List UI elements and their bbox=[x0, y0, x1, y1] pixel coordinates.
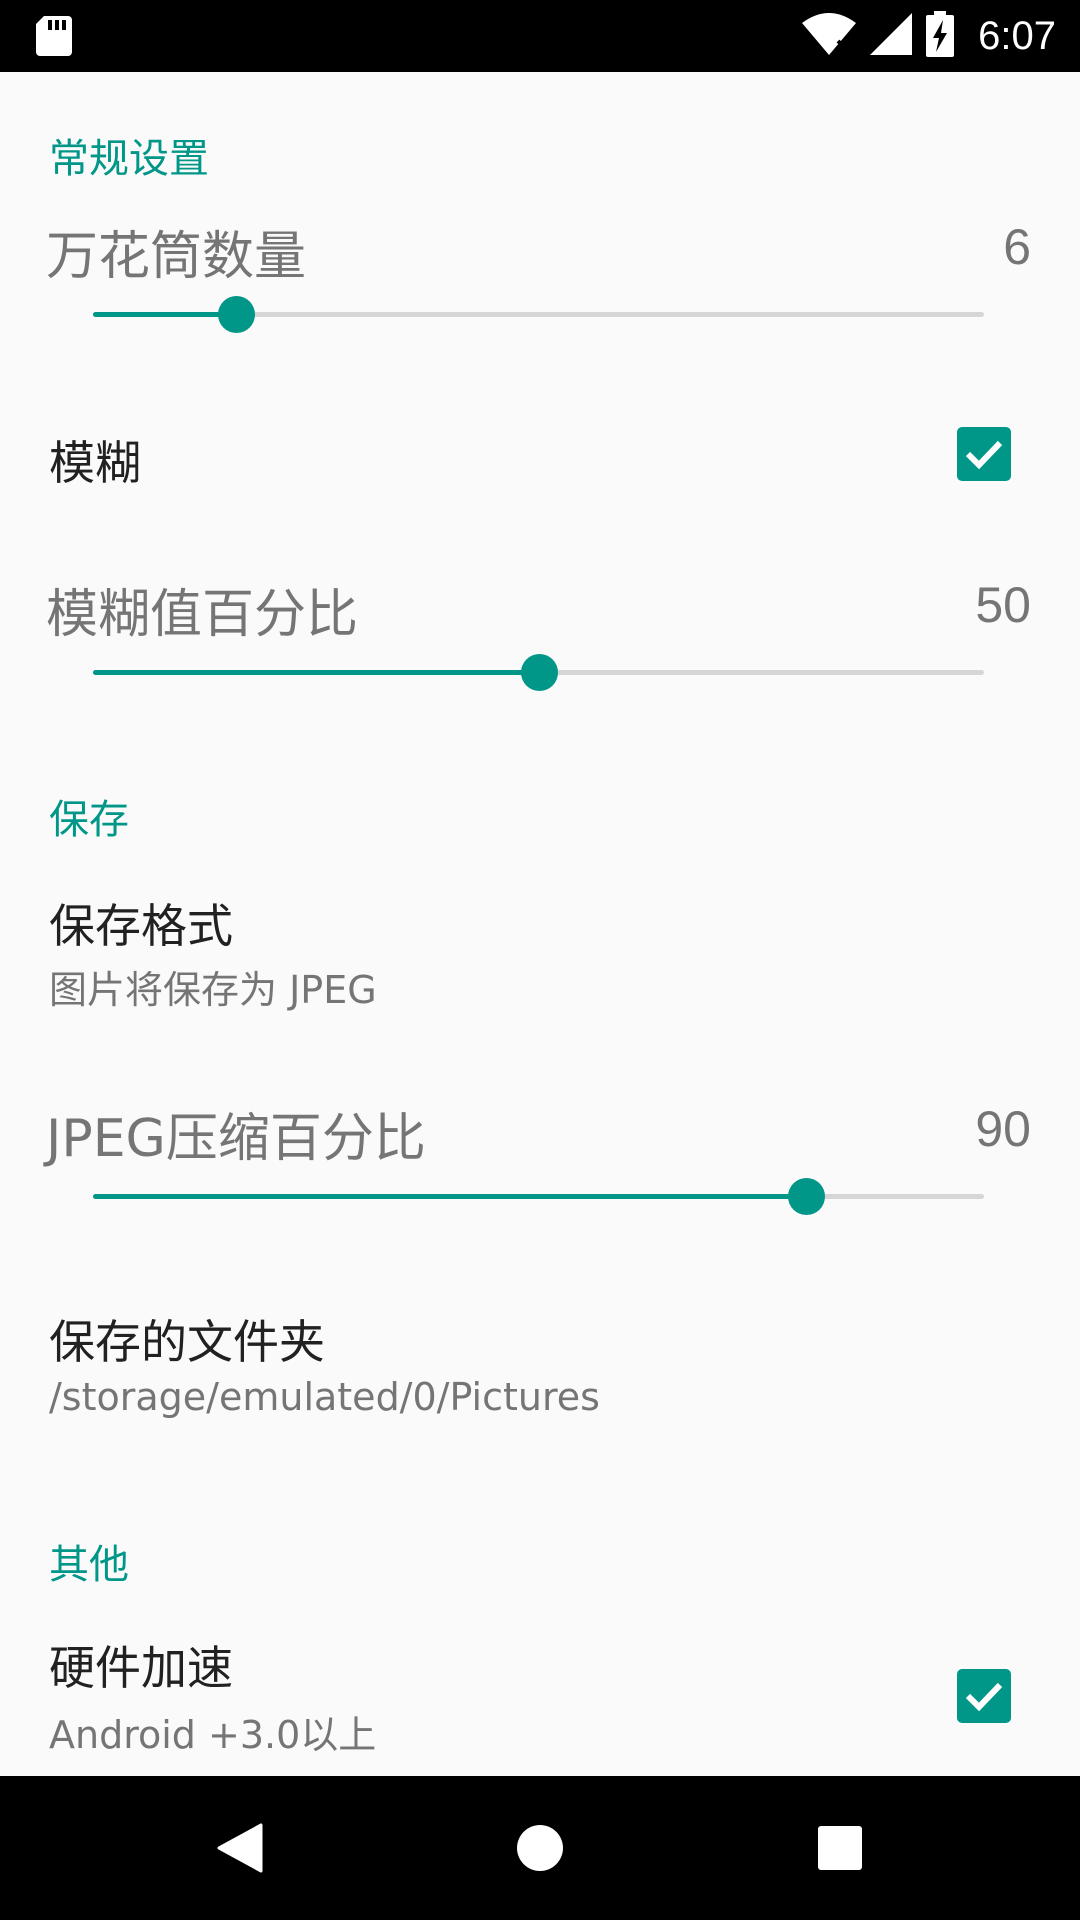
home-button[interactable] bbox=[460, 1776, 620, 1920]
settings-list[interactable]: 常规设置 万花筒数量 6 模糊 模糊值百分比 50 保存 保存格式 图片将保存为… bbox=[0, 72, 1080, 1776]
navigation-bar bbox=[0, 1776, 1080, 1920]
slider-fill bbox=[93, 670, 539, 675]
kaleidoscope-count-value: 6 bbox=[1003, 219, 1031, 275]
back-icon bbox=[217, 1823, 263, 1873]
slider-thumb[interactable] bbox=[217, 296, 255, 333]
save-folder-title: 保存的文件夹 bbox=[49, 1315, 325, 1369]
blur-percent-title: 模糊值百分比 bbox=[46, 585, 359, 645]
blur-percent-slider[interactable] bbox=[93, 654, 984, 691]
home-icon bbox=[517, 1825, 563, 1871]
check-icon bbox=[965, 1682, 1003, 1712]
status-bar: 6:07 bbox=[0, 0, 1080, 72]
clock: 6:07 bbox=[978, 13, 1056, 58]
jpeg-compression-slider[interactable] bbox=[93, 1178, 984, 1215]
section-header-other: 其他 bbox=[49, 1542, 129, 1588]
blur-checkbox[interactable] bbox=[957, 427, 1011, 481]
back-button[interactable] bbox=[160, 1776, 320, 1920]
signal-icon bbox=[870, 13, 913, 59]
hardware-acceleration-title: 硬件加速 bbox=[49, 1641, 233, 1695]
save-format-title: 保存格式 bbox=[49, 899, 233, 953]
save-format-summary: 图片将保存为 JPEG bbox=[49, 968, 377, 1012]
blur-percent-value: 50 bbox=[975, 577, 1031, 633]
section-header-save: 保存 bbox=[49, 797, 129, 843]
jpeg-compression-title: JPEG压缩百分比 bbox=[46, 1109, 426, 1169]
wifi-icon bbox=[802, 13, 857, 59]
jpeg-compression-value: 90 bbox=[975, 1101, 1031, 1157]
slider-fill bbox=[93, 1194, 806, 1199]
recents-icon bbox=[818, 1826, 862, 1870]
slider-thumb[interactable] bbox=[787, 1178, 825, 1215]
slider-fill bbox=[93, 312, 236, 317]
recents-button[interactable] bbox=[760, 1776, 920, 1920]
hardware-acceleration-checkbox[interactable] bbox=[957, 1669, 1011, 1723]
hardware-acceleration-summary: Android +3.0以上 bbox=[49, 1713, 377, 1757]
save-folder-summary: /storage/emulated/0/Pictures bbox=[49, 1375, 600, 1419]
sd-card-icon bbox=[36, 16, 72, 60]
kaleidoscope-count-slider[interactable] bbox=[93, 296, 984, 333]
check-icon bbox=[965, 440, 1003, 470]
blur-title: 模糊 bbox=[49, 436, 141, 490]
section-header-general: 常规设置 bbox=[49, 136, 209, 182]
slider-thumb[interactable] bbox=[520, 654, 558, 691]
battery-charging-icon bbox=[926, 11, 955, 61]
kaleidoscope-count-title: 万花筒数量 bbox=[46, 227, 307, 287]
